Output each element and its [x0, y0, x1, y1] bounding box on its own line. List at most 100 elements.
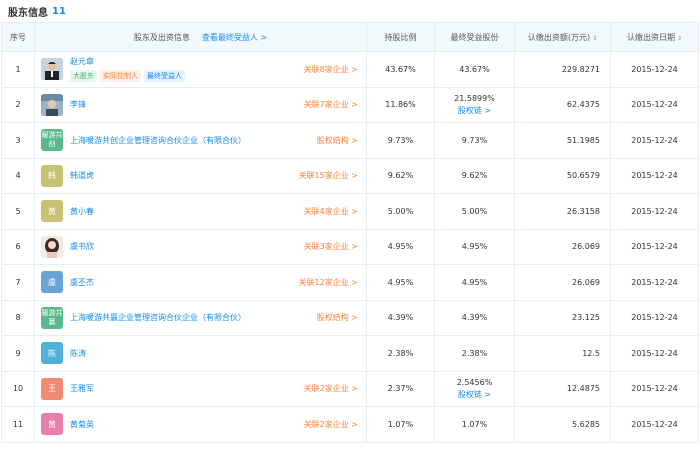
avatar[interactable]: 陈 — [41, 342, 63, 365]
avatar-text: 暖游共赢 — [41, 308, 63, 326]
avatar[interactable]: 虞 — [41, 271, 63, 294]
section-title: 股东信息 — [8, 7, 48, 19]
holder-name-link[interactable]: 虞丕杰 — [70, 277, 94, 288]
subscribed-capital: 26.069 — [514, 228, 611, 265]
shareholding-ratio: 4.95% — [366, 228, 435, 265]
subscription-date: 2015-12-24 — [610, 299, 699, 336]
shareholder-count: 11 — [52, 5, 66, 17]
final-share: 9.62% — [461, 171, 488, 181]
holder-tags: 大股东 实际控制人 最终受益人 — [70, 70, 185, 83]
col-date[interactable]: 认缴出资日期 ⇕ — [610, 22, 699, 52]
avatar[interactable] — [41, 235, 63, 258]
table-row: 1 赵元章 大股东 实际控制人 最终受益人 关联8家企业 > 43.67% 43.67% 229… — [1, 51, 699, 88]
holder-tag: 最终受益人 — [144, 70, 185, 83]
avatar-text: 暖游共创 — [41, 131, 63, 149]
related-companies-link[interactable]: 股权结构 > — [317, 312, 358, 323]
avatar[interactable]: 黄 — [41, 413, 63, 436]
subscribed-capital: 51.1985 — [514, 122, 611, 159]
avatar[interactable]: 韩 — [41, 164, 63, 187]
final-share-cell: 1.07% — [434, 406, 515, 443]
related-companies-link[interactable]: 关联2家企业 > — [304, 419, 358, 430]
related-companies-link[interactable]: 关联2家企业 > — [304, 383, 358, 394]
shareholding-ratio: 5.00% — [366, 193, 435, 230]
related-companies-link[interactable]: 关联8家企业 > — [304, 64, 358, 75]
row-index: 10 — [1, 370, 35, 407]
sort-icon[interactable]: ⇕ — [677, 35, 682, 42]
shareholding-ratio: 4.39% — [366, 299, 435, 336]
holder-name-link[interactable]: 韩道虎 — [70, 170, 94, 181]
holder-cell: 黄 黄小春 关联4家企业 > — [34, 193, 367, 230]
shareholding-ratio: 1.07% — [366, 406, 435, 443]
col-capital[interactable]: 认缴出资额(万元) ⇕ — [514, 22, 611, 52]
related-companies-link[interactable]: 关联7家企业 > — [304, 99, 358, 110]
holder-name-link[interactable]: 王雅军 — [70, 383, 94, 394]
holder-name-link[interactable]: 上海暖游共赢企业管理咨询合伙企业（有限合伙） — [70, 312, 246, 323]
table-row: 11 黄 黄菊英 关联2家企业 > 1.07% 1.07% 5.6285 2015-12-24 — [1, 406, 699, 443]
subscribed-capital: 229.8271 — [514, 51, 611, 88]
view-beneficiary-link[interactable]: 查看最终受益人 > — [202, 33, 267, 42]
related-companies-link[interactable]: 股权结构 > — [317, 135, 358, 146]
holder-cell: 暖游共创 上海暖游共创企业管理咨询合伙企业（有限合伙） 股权结构 > — [34, 122, 367, 159]
final-share: 21.5899% — [454, 93, 495, 103]
section-header: 股东信息 11 — [0, 0, 700, 22]
table-row: 4 韩 韩道虎 关联15家企业 > 9.62% 9.62% 50.6579 2015-12-2… — [1, 157, 699, 194]
holder-cell: 韩 韩道虎 关联15家企业 > — [34, 157, 367, 194]
shareholding-ratio: 2.37% — [366, 370, 435, 407]
equity-chain-link[interactable]: 股权链 > — [435, 389, 514, 400]
holder-cell: 赵元章大股东 实际控制人 最终受益人 关联8家企业 > — [34, 51, 367, 88]
subscribed-capital: 26.069 — [514, 264, 611, 301]
avatar-text: 虞 — [48, 277, 56, 287]
final-share-cell: 2.38% — [434, 335, 515, 372]
subscribed-capital: 5.6285 — [514, 406, 611, 443]
final-share-cell: 4.95% — [434, 264, 515, 301]
subscription-date: 2015-12-24 — [610, 264, 699, 301]
avatar[interactable]: 黄 — [41, 200, 63, 223]
avatar[interactable]: 暖游共创 — [41, 129, 63, 152]
holder-name-link[interactable]: 黄菊英 — [70, 419, 94, 430]
holder-name-link[interactable]: 上海暖游共创企业管理咨询合伙企业（有限合伙） — [70, 135, 246, 146]
related-companies-link[interactable]: 关联12家企业 > — [299, 277, 358, 288]
holder-name-link[interactable]: 黄小春 — [70, 206, 94, 217]
holder-tag: 实际控制人 — [100, 70, 141, 83]
holder-cell: 虞书欣 关联3家企业 > — [34, 228, 367, 265]
related-companies-link[interactable]: 关联15家企业 > — [299, 170, 358, 181]
holder-name-link[interactable]: 虞书欣 — [70, 241, 94, 252]
avatar-text: 黄 — [48, 419, 56, 429]
row-index: 11 — [1, 406, 35, 443]
subscription-date: 2015-12-24 — [610, 228, 699, 265]
holder-cell: 李锋 关联7家企业 > — [34, 86, 367, 123]
final-share-cell: 43.67% — [434, 51, 515, 88]
col-holder: 股东及出资信息 查看最终受益人 > — [34, 22, 367, 52]
subscription-date: 2015-12-24 — [610, 370, 699, 407]
row-index: 2 — [1, 86, 35, 123]
related-companies-link[interactable]: 关联4家企业 > — [304, 206, 358, 217]
subscribed-capital: 50.6579 — [514, 157, 611, 194]
avatar-text: 陈 — [48, 348, 56, 358]
col-final-share: 最终受益股份 — [434, 22, 515, 52]
final-share: 5.00% — [461, 206, 488, 216]
col-ratio: 持股比例 — [366, 22, 435, 52]
holder-name-link[interactable]: 李锋 — [70, 99, 86, 110]
final-share: 4.95% — [461, 242, 488, 252]
avatar[interactable] — [41, 93, 63, 116]
related-companies-link[interactable]: 关联3家企业 > — [304, 241, 358, 252]
avatar[interactable]: 王 — [41, 377, 63, 400]
final-share: 43.67% — [459, 64, 490, 74]
holder-tag: 大股东 — [70, 70, 97, 83]
sort-icon[interactable]: ⇕ — [592, 35, 597, 42]
shareholding-ratio: 11.86% — [366, 86, 435, 123]
holder-name-link[interactable]: 陈涛 — [70, 348, 86, 359]
table-header-row: 序号 股东及出资信息 查看最终受益人 > 持股比例 最终受益股份 认缴出资额(万元… — [1, 22, 699, 52]
equity-chain-link[interactable]: 股权链 > — [435, 105, 514, 116]
avatar[interactable]: 暖游共赢 — [41, 306, 63, 329]
holder-cell: 虞 虞丕杰 关联12家企业 > — [34, 264, 367, 301]
row-index: 7 — [1, 264, 35, 301]
subscription-date: 2015-12-24 — [610, 51, 699, 88]
final-share-cell: 2.5456% 股权链 > — [434, 370, 515, 407]
row-index: 1 — [1, 51, 35, 88]
row-index: 8 — [1, 299, 35, 336]
avatar[interactable] — [41, 58, 63, 81]
row-index: 3 — [1, 122, 35, 159]
holder-name-link[interactable]: 赵元章 — [70, 56, 185, 67]
table-row: 2 李锋 关联7家企业 > 11.86% 21.5899% 股权链 >62.4375 201… — [1, 86, 699, 123]
